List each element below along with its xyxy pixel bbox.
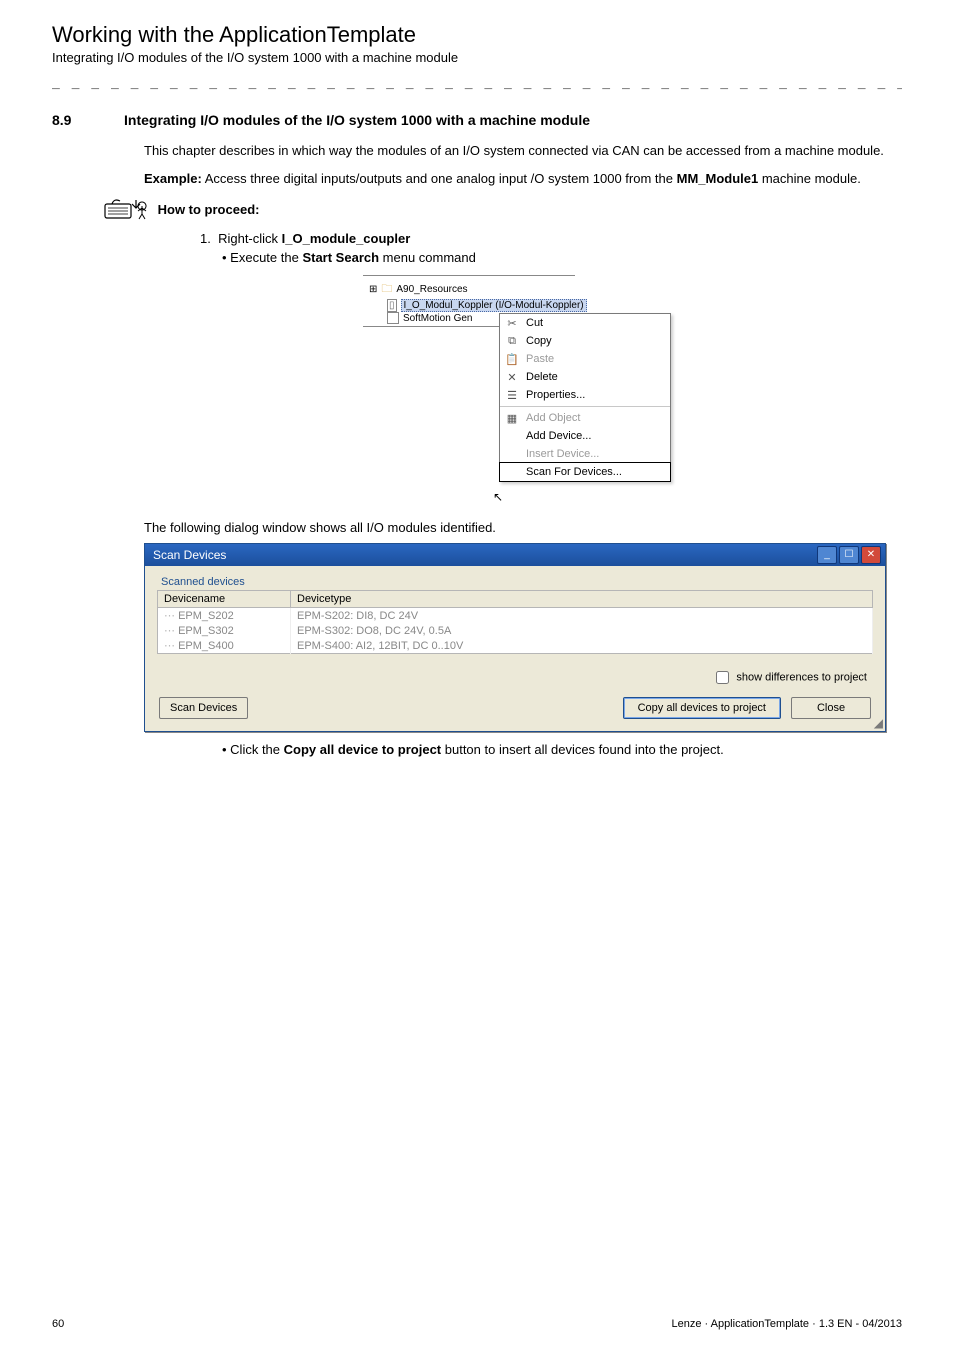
paragraph: Example: Access three digital inputs/out… [144,170,902,188]
tree-folder-label[interactable]: A90_Resources [396,284,467,295]
bullet-icon [222,742,230,757]
group-label: Scanned devices [161,576,873,588]
tree-selected-node[interactable]: I_O_Modul_Koppler (I/O-Modul-Koppler) [401,299,587,312]
example-label: Example: [144,171,202,186]
cell-devicetype: EPM-S400: AI2, 12BIT, DC 0..10V [291,638,873,654]
cut-icon: ✂ [505,316,519,330]
paste-icon: 📋 [505,352,519,366]
page-title: Working with the ApplicationTemplate [52,22,902,48]
close-button[interactable]: ✕ [861,546,881,564]
text-run: button to insert all devices found into … [441,742,724,757]
cell-devicetype: EPM-S302: DO8, DC 24V, 0.5A [291,623,873,638]
menu-item-add-device[interactable]: Add Device... [500,427,670,445]
cell-devicename: EPM_S400 [158,638,291,654]
properties-icon: ☰ [505,388,519,402]
copy-all-devices-button[interactable]: Copy all devices to project [623,697,781,719]
context-menu: ✂ Cut ⧉ Copy 📋 Paste ✕ Delete ☰ Prope [499,313,671,482]
menu-item-scan-devices[interactable]: Scan For Devices... [499,462,671,482]
text-run: Click the [230,742,283,757]
coupler-name: I_O_module_coupler [282,231,411,246]
column-header-type[interactable]: Devicetype [291,591,873,608]
paragraph: This chapter describes in which way the … [144,142,902,160]
resize-grip-icon[interactable]: ◢ [874,717,883,729]
menu-item-label: Add Object [526,412,580,424]
table-row[interactable]: EPM_S302 EPM-S302: DO8, DC 24V, 0.5A [158,623,873,638]
cell-devicename: EPM_S202 [158,608,291,624]
cell-devicename: EPM_S302 [158,623,291,638]
scan-devices-button[interactable]: Scan Devices [159,697,248,719]
softmotion-icon [387,312,399,324]
context-menu-figure: ⊞ 🗀 A90_Resources ▯ I_O_Modul_Koppler (I… [363,275,683,510]
text-run: Access three digital inputs/outputs and … [202,171,677,186]
dialog-title: Scan Devices [153,548,817,562]
step-number: 1. [200,231,211,246]
page-footer: 60 Lenze · ApplicationTemplate · 1.3 EN … [52,1318,902,1330]
menu-item-add-object: ▦ Add Object [500,409,670,427]
separator-line: _ _ _ _ _ _ _ _ _ _ _ _ _ _ _ _ _ _ _ _ … [52,75,902,90]
menu-item-properties[interactable]: ☰ Properties... [500,386,670,404]
footer-meta: Lenze · ApplicationTemplate · 1.3 EN - 0… [671,1318,902,1330]
menu-item-insert-device: Insert Device... [500,445,670,463]
document-icon: ▯ [387,299,397,312]
bullet-icon [222,250,230,265]
delete-icon: ✕ [505,370,519,384]
menu-item-paste: 📋 Paste [500,350,670,368]
add-object-icon: ▦ [505,411,519,425]
menu-item-label: Add Device... [526,430,591,442]
dialog-titlebar: Scan Devices _ ☐ ✕ [145,544,885,566]
menu-item-delete[interactable]: ✕ Delete [500,368,670,386]
page-number: 60 [52,1318,64,1330]
text-run: Execute the [230,250,302,265]
section-title: Integrating I/O modules of the I/O syste… [124,112,590,128]
button-name-ref: Copy all device to project [284,742,442,757]
menu-item-label: Paste [526,353,554,365]
expand-icon[interactable]: ⊞ [369,284,377,295]
menu-command: Start Search [302,250,379,265]
caption: The following dialog window shows all I/… [144,520,902,535]
text-run: machine module. [758,171,861,186]
devices-table: Devicename Devicetype EPM_S202 EPM-S202:… [157,590,873,654]
scan-devices-dialog: Scan Devices _ ☐ ✕ Scanned devices Devic… [144,543,886,732]
copy-icon: ⧉ [505,334,519,348]
howto-label: How to proceed: [158,202,260,217]
howto-icon [104,198,150,223]
menu-item-label: Cut [526,317,543,329]
menu-item-label: Properties... [526,389,585,401]
tree-node[interactable]: SoftMotion Gen [403,313,472,324]
table-row[interactable]: EPM_S400 EPM-S400: AI2, 12BIT, DC 0..10V [158,638,873,654]
close-dialog-button[interactable]: Close [791,697,871,719]
maximize-button[interactable]: ☐ [839,546,859,564]
text-run: Right-click [218,231,282,246]
module-name: MM_Module1 [677,171,759,186]
show-differences-checkbox[interactable] [716,671,729,684]
menu-item-label: Copy [526,335,552,347]
page-subtitle: Integrating I/O modules of the I/O syste… [52,50,902,65]
menu-item-label: Scan For Devices... [526,466,622,478]
table-row[interactable]: EPM_S202 EPM-S202: DI8, DC 24V [158,608,873,624]
section-number: 8.9 [52,112,124,128]
menu-separator [500,406,670,407]
cell-devicetype: EPM-S202: DI8, DC 24V [291,608,873,624]
folder-icon: 🗀 [381,280,392,299]
menu-item-label: Delete [526,371,558,383]
cursor-icon: ↖ [493,490,813,504]
menu-item-label: Insert Device... [526,448,599,460]
menu-item-copy[interactable]: ⧉ Copy [500,332,670,350]
text-run: menu command [379,250,476,265]
column-header-name[interactable]: Devicename [158,591,291,608]
minimize-button[interactable]: _ [817,546,837,564]
show-differences-label: show differences to project [736,672,867,684]
menu-item-cut[interactable]: ✂ Cut [500,314,670,332]
